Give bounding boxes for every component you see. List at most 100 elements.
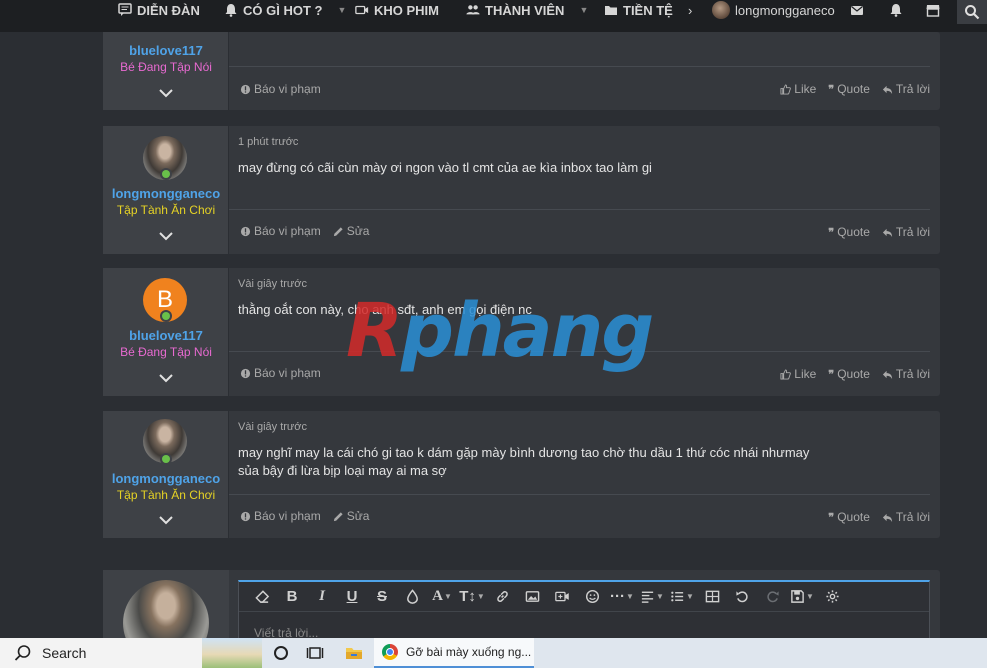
underline-button[interactable]: U <box>337 583 367 611</box>
insert-link-button[interactable] <box>487 583 517 611</box>
reply-button[interactable]: Trả lời <box>882 510 930 524</box>
quote-button[interactable]: ❞ Quote <box>828 510 870 524</box>
nav-user-menu[interactable]: longmongganeco <box>712 0 835 20</box>
caret-down-icon: ▼ <box>443 592 452 601</box>
post-user-title: Bé Đang Tập Nói <box>120 60 212 74</box>
nav-inbox[interactable] <box>850 0 864 20</box>
post-content: may nghĩ may la cái chó gi tao k dám gặp… <box>238 444 809 480</box>
nav-currency-label: TIỀN TỆ <box>623 2 673 18</box>
like-button[interactable]: Like <box>780 82 816 96</box>
gear-icon <box>825 590 839 603</box>
font-family-button[interactable]: A ▼ <box>427 583 457 611</box>
folder-icon <box>346 648 362 659</box>
edit-link[interactable]: Sửa <box>333 509 369 523</box>
nav-whats-hot[interactable]: CÓ GÌ HOT ? ▼ <box>224 0 346 20</box>
emoji-button[interactable] <box>577 583 607 611</box>
undo-button[interactable] <box>727 583 757 611</box>
online-status-icon <box>160 310 172 322</box>
reply-label: Trả lời <box>895 510 930 524</box>
report-link[interactable]: Báo vi phạm <box>240 224 321 238</box>
report-link[interactable]: Báo vi phạm <box>240 509 321 523</box>
caret-down-icon: ▼ <box>626 592 634 601</box>
store-icon <box>926 5 940 17</box>
redo-button[interactable] <box>757 583 787 611</box>
task-view-icon <box>306 647 324 659</box>
align-button[interactable]: ▼ <box>637 583 667 611</box>
timeline-button[interactable] <box>304 638 326 668</box>
more-options-button[interactable]: ··· ▼ <box>607 583 637 611</box>
post-divider <box>229 351 930 352</box>
search-icon <box>965 5 980 20</box>
quote-button[interactable]: ❞ Quote <box>828 225 870 239</box>
reply-button[interactable]: Trả lời <box>882 225 930 239</box>
reply-editor[interactable]: B I U S A ▼ T↕ ▼ ··· ▼ ▼ ▼ ▼ Viết trả lời..… <box>238 580 930 640</box>
post-username[interactable]: longmongganeco <box>103 186 229 201</box>
chevron-down-icon[interactable] <box>158 373 174 383</box>
italic-button[interactable]: I <box>307 583 337 611</box>
post-timestamp[interactable]: Vài giây trước <box>238 278 307 290</box>
pencil-icon <box>333 226 343 236</box>
post-username[interactable]: bluelove117 <box>103 328 229 343</box>
insert-media-button[interactable] <box>547 583 577 611</box>
post-content-line: may nghĩ may la cái chó gi tao k dám gặp… <box>238 445 810 460</box>
taskbar-search[interactable]: Search <box>0 638 262 668</box>
post-timestamp[interactable]: Vài giây trước <box>238 421 307 433</box>
task-view-button[interactable] <box>270 638 292 668</box>
edit-link[interactable]: Sửa <box>333 224 369 238</box>
alert-icon <box>240 226 251 236</box>
post-footer-left: Báo vi phạm <box>240 82 321 96</box>
folder-icon <box>605 6 617 15</box>
editor-settings-button[interactable] <box>817 583 847 611</box>
strikethrough-icon: S <box>376 588 387 605</box>
report-link[interactable]: Báo vi phạm <box>240 366 321 380</box>
post-username[interactable]: longmongganeco <box>103 471 229 486</box>
chevron-down-icon[interactable] <box>158 88 174 98</box>
post-divider <box>229 66 930 67</box>
chevron-down-icon: ▼ <box>579 5 589 15</box>
insert-image-button[interactable] <box>517 583 547 611</box>
nav-more-arrow[interactable]: › <box>688 0 692 20</box>
report-label: Báo vi phạm <box>254 509 321 523</box>
chrome-taskbar-button[interactable]: Gỡ bài mày xuống ng... <box>374 638 534 668</box>
bell-icon <box>890 4 902 17</box>
chevron-down-icon[interactable] <box>158 231 174 241</box>
like-button[interactable]: Like <box>780 367 816 381</box>
report-label: Báo vi phạm <box>254 366 321 380</box>
text-color-button[interactable] <box>397 583 427 611</box>
nav-alerts[interactable] <box>889 0 903 20</box>
chevron-down-icon: ▼ <box>337 5 347 15</box>
reply-icon <box>882 228 892 237</box>
post-timestamp[interactable]: 1 phút trước <box>238 136 298 148</box>
font-size-button[interactable]: T↕ ▼ <box>457 583 487 611</box>
reply-label: Trả lời <box>895 367 930 381</box>
bold-button[interactable]: B <box>277 583 307 611</box>
nav-forums[interactable]: DIỄN ĐÀN <box>118 0 200 20</box>
insert-table-button[interactable] <box>697 583 727 611</box>
clear-format-button[interactable] <box>247 583 277 611</box>
quote-button[interactable]: ❞ Quote <box>828 82 870 96</box>
video-icon <box>355 5 369 15</box>
report-link[interactable]: Báo vi phạm <box>240 82 321 96</box>
list-button[interactable]: ▼ <box>667 583 697 611</box>
reply-button[interactable]: Trả lời <box>882 82 930 96</box>
nav-currency[interactable]: TIỀN TỆ <box>604 0 673 20</box>
strikethrough-button[interactable]: S <box>367 583 397 611</box>
nav-movies[interactable]: KHO PHIM <box>355 0 439 20</box>
nav-movies-label: KHO PHIM <box>374 2 439 18</box>
nav-store[interactable] <box>926 0 940 20</box>
drafts-button[interactable]: ▼ <box>787 583 817 611</box>
post-content: may đừng có cãi cùn mày ơi ngon vào tl c… <box>238 160 652 175</box>
nav-members[interactable]: THÀNH VIÊN ▼ <box>466 0 588 20</box>
quote-icon: ❞ <box>828 83 835 96</box>
quote-button[interactable]: ❞ Quote <box>828 367 870 381</box>
ellipsis-icon: ··· <box>610 588 626 605</box>
post-footer-right: Like ❞ Quote Trả lời <box>780 82 930 96</box>
chrome-window-title: Gỡ bài mày xuống ng... <box>406 645 532 659</box>
file-explorer-button[interactable] <box>343 638 365 668</box>
bell-icon <box>225 4 237 17</box>
chevron-down-icon[interactable] <box>158 515 174 525</box>
reply-button[interactable]: Trả lời <box>882 367 930 381</box>
search-button[interactable] <box>957 0 987 24</box>
post-username[interactable]: bluelove117 <box>103 43 229 58</box>
chrome-icon <box>382 644 398 660</box>
